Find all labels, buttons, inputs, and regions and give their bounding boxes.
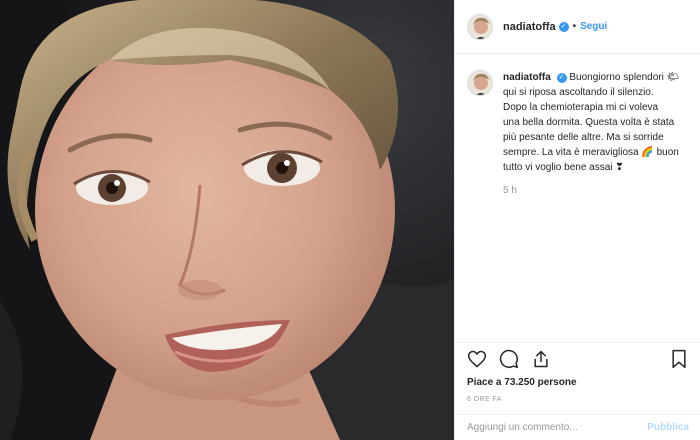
- post-timestamp[interactable]: 6 ORE FA: [467, 396, 689, 403]
- caption-content: nadiatoffa ✓ Buongiorno splendori 🌤 qui …: [503, 70, 679, 196]
- share-icon[interactable]: [531, 349, 551, 369]
- comment-input[interactable]: [467, 422, 648, 433]
- bookmark-icon[interactable]: [669, 349, 689, 369]
- add-comment-bar: Pubblica: [455, 414, 700, 440]
- verified-badge-icon: ✓: [556, 73, 567, 83]
- comments-section: nadiatoffa ✓ Buongiorno splendori 🌤 qui …: [455, 54, 700, 332]
- caption-text: nadiatoffa ✓ Buongiorno splendori 🌤 qui …: [503, 70, 679, 175]
- post-photo[interactable]: [0, 0, 454, 440]
- follow-button[interactable]: Segui: [580, 21, 607, 32]
- separator-dot: •: [572, 21, 577, 32]
- caption-line: Dopo la chemioterapia mi ci voleva: [503, 102, 659, 113]
- caption-line: una bella dormita. Questa volta è stata: [503, 117, 675, 128]
- verified-badge-icon: ✓: [558, 21, 569, 32]
- caption-comment: nadiatoffa ✓ Buongiorno splendori 🌤 qui …: [467, 70, 688, 196]
- post-header: nadiatoffa ✓ • Segui: [455, 0, 700, 54]
- caption-avatar[interactable]: [467, 70, 493, 96]
- caption-line: sempre. La vita è meravigliosa 🌈 buon: [503, 147, 679, 158]
- likes-count[interactable]: Piace a 73.250 persone: [467, 377, 689, 388]
- caption-timestamp[interactable]: 5 h: [503, 185, 679, 196]
- caption-username[interactable]: nadiatoffa: [503, 72, 551, 83]
- avatar-image: [468, 14, 492, 39]
- caption-line: Buongiorno splendori 🌤: [569, 72, 680, 83]
- publish-button[interactable]: Pubblica: [647, 422, 689, 433]
- avatar[interactable]: [467, 13, 493, 40]
- action-icons: [467, 343, 689, 375]
- action-bar: Piace a 73.250 persone 6 ORE FA: [455, 342, 700, 403]
- caption-line: più pesante delle altre. Ma si sorride: [503, 132, 664, 143]
- post-side-panel: nadiatoffa ✓ • Segui nadiatoffa ✓ Buongi…: [454, 0, 700, 440]
- caption-line: tutto vi voglio bene assai ❣: [503, 162, 624, 173]
- caption-line: qui si riposa ascoltando il silenzio.: [503, 87, 654, 98]
- avatar-image: [468, 71, 492, 95]
- comment-icon[interactable]: [499, 349, 519, 369]
- selfie-image: [0, 0, 454, 440]
- heart-icon[interactable]: [467, 349, 487, 369]
- author-username[interactable]: nadiatoffa: [503, 21, 556, 33]
